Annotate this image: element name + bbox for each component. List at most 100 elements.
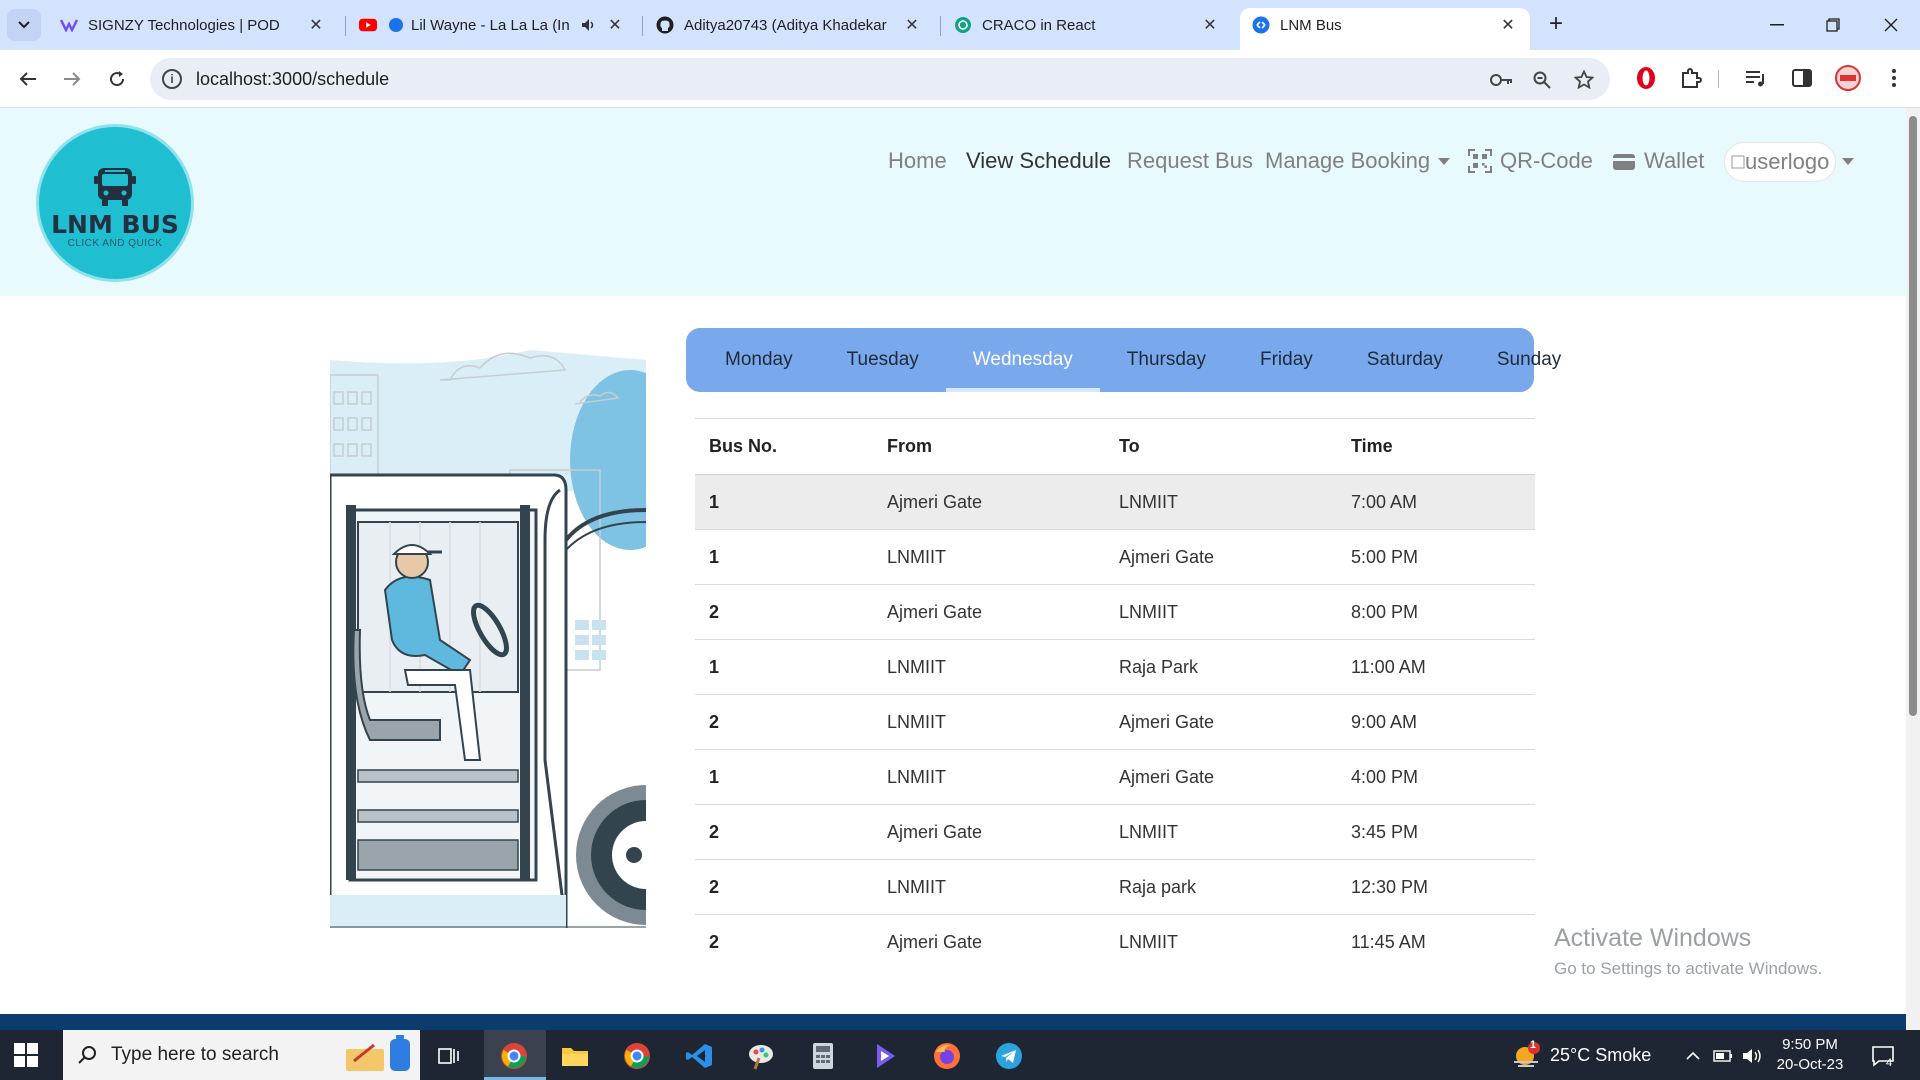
table-row[interactable]: 1 Ajmeri Gate LNMIIT 7:00 AM xyxy=(695,474,1535,530)
close-icon[interactable]: ✕ xyxy=(605,15,625,35)
windows-start-icon[interactable] xyxy=(14,1043,38,1067)
browser-tab-lnm-bus[interactable]: LNM Bus ✕ xyxy=(1240,8,1530,50)
file-explorer-icon[interactable] xyxy=(558,1039,592,1073)
logo-brand-text: LNM BUS xyxy=(51,209,179,239)
table-row[interactable]: 1 LNMIIT Ajmeri Gate 4:00 PM xyxy=(695,749,1535,805)
browser-tab-github[interactable]: Aditya20743 (Aditya Khadekar ✕ xyxy=(644,8,934,42)
browser-tab-signzy[interactable]: SIGNZY Technologies | POD ✕ xyxy=(48,8,338,42)
github-icon xyxy=(656,16,674,34)
close-icon[interactable]: ✕ xyxy=(902,15,922,35)
volume-icon[interactable] xyxy=(1736,1039,1770,1073)
cell-bus-no: 2 xyxy=(695,584,873,640)
tab-search-button[interactable] xyxy=(7,9,41,41)
user-caret-down-icon[interactable] xyxy=(1842,158,1854,165)
nav-view-schedule[interactable]: View Schedule xyxy=(966,148,1111,174)
address-bar[interactable]: i localhost:3000/schedule xyxy=(150,58,1610,100)
close-window-button[interactable] xyxy=(1876,10,1906,40)
toolbar-divider xyxy=(1718,70,1719,88)
telegram-icon[interactable] xyxy=(992,1039,1026,1073)
chrome-taskbar-icon[interactable] xyxy=(497,1039,531,1073)
browser-tab-youtube[interactable]: Lil Wayne - La La La (In ✕ xyxy=(347,8,637,42)
tab-sunday[interactable]: Sunday xyxy=(1470,328,1588,392)
tab-friday[interactable]: Friday xyxy=(1233,328,1340,392)
weather-widget[interactable]: 1 25°C Smoke xyxy=(1512,1030,1651,1080)
media-controls-icon[interactable] xyxy=(1742,64,1770,92)
table-row[interactable]: 2 LNMIIT Raja park 12:30 PM xyxy=(695,859,1535,915)
extensions-puzzle-icon[interactable] xyxy=(1677,64,1705,92)
tab-separator xyxy=(940,16,941,36)
video-editor-icon[interactable] xyxy=(868,1039,902,1073)
profile-avatar[interactable] xyxy=(1834,64,1862,92)
speaker-icon[interactable] xyxy=(579,15,599,35)
tab-wednesday[interactable]: Wednesday xyxy=(945,328,1100,392)
table-row[interactable]: 2 Ajmeri Gate LNMIIT 8:00 PM xyxy=(695,584,1535,640)
battery-icon[interactable] xyxy=(1706,1039,1740,1073)
side-panel-icon[interactable] xyxy=(1788,64,1816,92)
clock-time: 9:50 PM xyxy=(1782,1036,1838,1053)
site-info-icon[interactable]: i xyxy=(162,69,182,89)
paint-icon[interactable] xyxy=(744,1039,778,1073)
schedule-table: Bus No. From To Time 1 Ajmeri Gate LNMII… xyxy=(695,418,1535,970)
scrollbar-thumb[interactable] xyxy=(1909,116,1917,716)
nav-wallet[interactable]: Wallet xyxy=(1612,148,1704,174)
column-header-from: From xyxy=(873,418,1105,475)
tab-tuesday[interactable]: Tuesday xyxy=(820,328,946,392)
close-icon[interactable]: ✕ xyxy=(1200,15,1220,35)
caret-down-icon xyxy=(1438,157,1451,165)
firefox-icon[interactable] xyxy=(930,1039,964,1073)
notification-count: 4 xyxy=(1886,1057,1893,1069)
task-view-icon[interactable] xyxy=(432,1039,466,1073)
bookmark-star-icon[interactable] xyxy=(1572,68,1596,92)
table-row[interactable]: 2 Ajmeri Gate LNMIIT 3:45 PM xyxy=(695,804,1535,860)
app-navbar: LNM BUS CLICK AND QUICK Home View Schedu… xyxy=(0,108,1906,296)
taskbar-search-box[interactable]: Type here to search xyxy=(63,1030,420,1080)
cell-from: Ajmeri Gate xyxy=(873,474,1105,530)
nav-manage-booking-label: Manage Booking xyxy=(1265,148,1431,173)
cell-bus-no: 2 xyxy=(709,931,720,952)
table-row[interactable]: 2 LNMIIT Ajmeri Gate 9:00 AM xyxy=(695,694,1535,750)
cell-from: Ajmeri Gate xyxy=(887,931,983,952)
cell-bus-no: 1 xyxy=(695,474,873,530)
lnm-bus-logo[interactable]: LNM BUS CLICK AND QUICK xyxy=(36,124,194,282)
nav-home[interactable]: Home xyxy=(888,148,947,174)
table-row[interactable]: 2 Ajmeri Gate LNMIIT 11:45 AM xyxy=(695,915,1535,970)
page-footer xyxy=(0,1014,1906,1030)
tab-saturday[interactable]: Saturday xyxy=(1340,328,1470,392)
table-row[interactable]: 1 LNMIIT Ajmeri Gate 5:00 PM xyxy=(695,529,1535,585)
logo-tagline: CLICK AND QUICK xyxy=(67,237,163,249)
column-header-to: To xyxy=(1105,418,1337,475)
forward-button[interactable] xyxy=(56,63,88,95)
reload-button[interactable] xyxy=(101,63,133,95)
restore-icon xyxy=(1826,18,1840,32)
table-header-row: Bus No. From To Time xyxy=(695,418,1535,475)
close-icon[interactable]: ✕ xyxy=(306,15,326,35)
tab-monday[interactable]: Monday xyxy=(698,328,820,392)
vscode-icon[interactable] xyxy=(682,1039,716,1073)
user-profile-dropdown[interactable]: userlogo xyxy=(1724,142,1836,182)
password-key-icon[interactable] xyxy=(1490,68,1514,92)
cell-bus-no: 2 xyxy=(695,859,873,915)
back-button[interactable] xyxy=(12,63,44,95)
opera-extension-icon[interactable] xyxy=(1632,64,1660,92)
chrome-profile-taskbar-icon[interactable] xyxy=(620,1039,654,1073)
nav-request-bus[interactable]: Request Bus xyxy=(1127,148,1253,174)
search-icon xyxy=(78,1046,96,1064)
minimize-button[interactable] xyxy=(1762,10,1792,40)
nav-qr-code[interactable]: QR-Code xyxy=(1468,148,1593,174)
tab-title: Lil Wayne - La La La (In xyxy=(411,16,570,34)
close-icon[interactable]: ✕ xyxy=(1498,15,1518,35)
table-row[interactable]: 1 LNMIIT Raja Park 11:00 AM xyxy=(695,639,1535,695)
calculator-icon[interactable] xyxy=(806,1039,840,1073)
nav-manage-booking-dropdown[interactable]: Manage Booking xyxy=(1265,148,1451,174)
page-scrollbar[interactable] xyxy=(1906,108,1920,1030)
browser-menu-icon[interactable] xyxy=(1880,64,1908,92)
taskbar-clock[interactable]: 9:50 PM 20-Oct-23 xyxy=(1770,1035,1850,1075)
browser-tab-chatgpt[interactable]: CRACO in React ✕ xyxy=(942,8,1232,42)
tab-thursday[interactable]: Thursday xyxy=(1100,328,1233,392)
restore-button[interactable] xyxy=(1818,10,1848,40)
minimize-icon xyxy=(1770,24,1784,26)
new-tab-button[interactable]: + xyxy=(1543,12,1569,38)
zoom-icon[interactable] xyxy=(1530,68,1554,92)
chevron-up-icon[interactable] xyxy=(1676,1039,1710,1073)
notification-center-icon[interactable]: 4 xyxy=(1866,1039,1900,1073)
